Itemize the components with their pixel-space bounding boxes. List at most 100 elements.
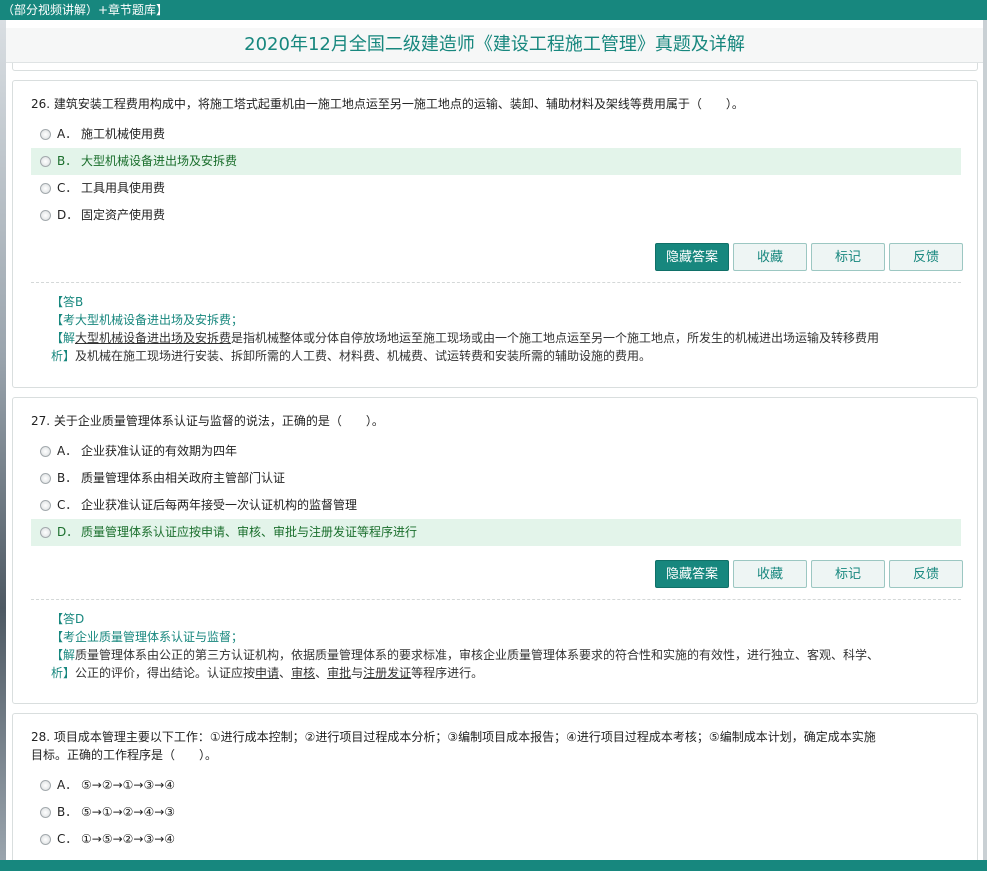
question-card-26: 26. 建筑安装工程费用构成中，将施工塔式起重机由一施工地点运至另一施工地点的运… — [12, 80, 978, 388]
explain-text: 质量管理体系由公正的第三方认证机构，依据质量管理体系的要求标准，审核企业质量管理… — [75, 648, 880, 662]
option-c[interactable]: C． 企业获准认证后每两年接受一次认证机构的监督管理 — [31, 492, 961, 519]
top-banner: （部分视频讲解）+章节题库】 — [0, 0, 987, 20]
question-stem: 27. 关于企业质量管理体系认证与监督的说法，正确的是（ ）。 — [31, 414, 384, 428]
option-text: 工具用具使用费 — [81, 181, 166, 195]
keyword-apply: 申请 — [255, 666, 280, 680]
keyword-review: 审核 — [291, 666, 316, 680]
option-text: 质量管理体系由相关政府主管部门认证 — [81, 471, 286, 485]
radio-icon[interactable] — [40, 210, 51, 221]
option-letter: C． — [57, 181, 78, 195]
radio-icon[interactable] — [40, 156, 51, 167]
option-b[interactable]: B． ⑤→①→②→④→③ — [31, 799, 961, 826]
right-background-strip — [983, 20, 987, 860]
favorite-button[interactable]: 收藏 — [733, 560, 807, 588]
radio-icon[interactable] — [40, 527, 51, 538]
question-stem: 26. 建筑安装工程费用构成中，将施工塔式起重机由一施工地点运至另一施工地点的运… — [31, 97, 744, 111]
section-divider — [31, 599, 961, 600]
radio-icon[interactable] — [40, 129, 51, 140]
option-letter: A． — [57, 127, 78, 141]
hide-answer-button[interactable]: 隐藏答案 — [655, 243, 729, 271]
explain-label-end: 析】 — [51, 349, 76, 363]
explain-text: 及机械在施工现场进行安装、拆卸所需的人工费、材料费、机械费、试运转费和安装所需的… — [75, 349, 652, 363]
mark-button[interactable]: 标记 — [811, 243, 885, 271]
radio-icon[interactable] — [40, 780, 51, 791]
separator: 与 — [351, 666, 364, 680]
feedback-button[interactable]: 反馈 — [889, 243, 963, 271]
point-label: 【考 — [51, 313, 76, 327]
radio-icon[interactable] — [40, 183, 51, 194]
answer-row: 【答B — [51, 293, 957, 311]
option-text: ⑤→②→①→③→④ — [81, 778, 176, 792]
option-text: 企业获准认证的有效期为四年 — [81, 444, 238, 458]
option-c[interactable]: C． 工具用具使用费 — [31, 175, 961, 202]
radio-icon[interactable] — [40, 834, 51, 845]
option-text: 大型机械设备进出场及安拆费 — [81, 154, 238, 168]
answer-label: 【答 — [51, 612, 76, 626]
explain-text-end: 等程序进行。 — [411, 666, 484, 680]
option-letter: B． — [57, 805, 78, 819]
explain-row-1: 【解质量管理体系由公正的第三方认证机构，依据质量管理体系的要求标准，审核企业质量… — [51, 646, 957, 664]
mark-button[interactable]: 标记 — [811, 560, 885, 588]
answer-analysis: 【答B 【考大型机械设备进出场及安拆费； 【解大型机械设备进出场及安拆费是指机械… — [51, 293, 957, 365]
stem-line-1: 28. 项目成本管理主要以下工作：①进行成本控制；②进行项目过程成本分析；③编制… — [31, 730, 876, 744]
explain-row-2: 析】公正的评价，得出结论。认证应按申请、审核、审批与注册发证等程序进行。 — [51, 664, 957, 682]
point-row: 【考企业质量管理体系认证与监督； — [51, 628, 957, 646]
question-stem: 28. 项目成本管理主要以下工作：①进行成本控制；②进行项目过程成本分析；③编制… — [31, 728, 963, 764]
separator: 、 — [279, 666, 292, 680]
option-text: 固定资产使用费 — [81, 208, 166, 222]
question-card-28: 28. 项目成本管理主要以下工作：①进行成本控制；②进行项目过程成本分析；③编制… — [12, 713, 978, 860]
answer-row: 【答D — [51, 610, 957, 628]
explain-label: 【解 — [51, 331, 76, 345]
option-text: 企业获准认证后每两年接受一次认证机构的监督管理 — [81, 498, 358, 512]
option-c[interactable]: C． ①→⑤→②→③→④ — [31, 826, 961, 853]
option-text: ⑤→①→②→④→③ — [81, 805, 176, 819]
option-letter: C． — [57, 832, 78, 846]
point-text: 企业质量管理体系认证与监督； — [75, 630, 244, 644]
option-a[interactable]: A． 施工机械使用费 — [31, 121, 961, 148]
explain-text: 是指机械整体或分体自停放场地运至施工现场或由一个施工地点运至另一个施工地点，所发… — [231, 331, 880, 345]
radio-icon[interactable] — [40, 473, 51, 484]
answer-label: 【答 — [51, 295, 76, 309]
option-d[interactable]: D． 质量管理体系认证应按申请、审核、审批与注册发证等程序进行 — [31, 519, 961, 546]
radio-icon[interactable] — [40, 500, 51, 511]
option-letter: D． — [57, 525, 79, 539]
option-b[interactable]: B． 大型机械设备进出场及安拆费 — [31, 148, 961, 175]
option-b[interactable]: B． 质量管理体系由相关政府主管部门认证 — [31, 465, 961, 492]
option-letter: A． — [57, 444, 78, 458]
explain-row-2: 析】及机械在施工现场进行安装、拆卸所需的人工费、材料费、机械费、试运转费和安装所… — [51, 347, 957, 365]
main-panel: 2020年12月全国二级建造师《建设工程施工管理》真题及详解 26. 建筑安装工… — [6, 20, 983, 860]
radio-icon[interactable] — [40, 446, 51, 457]
feedback-button[interactable]: 反馈 — [889, 560, 963, 588]
radio-icon[interactable] — [40, 807, 51, 818]
option-letter: B． — [57, 471, 78, 485]
option-text: 施工机械使用费 — [81, 127, 166, 141]
answer-analysis: 【答D 【考企业质量管理体系认证与监督； 【解质量管理体系由公正的第三方认证机构… — [51, 610, 957, 682]
option-letter: A． — [57, 778, 78, 792]
option-letter: B． — [57, 154, 78, 168]
option-a[interactable]: A． ⑤→②→①→③→④ — [31, 772, 961, 799]
page-title: 2020年12月全国二级建造师《建设工程施工管理》真题及详解 — [244, 34, 745, 55]
option-letter: C． — [57, 498, 78, 512]
explain-label-end: 析】 — [51, 666, 76, 680]
bottom-bar — [0, 860, 987, 871]
option-text: 质量管理体系认证应按申请、审核、审批与注册发证等程序进行 — [81, 525, 418, 539]
option-letter: D． — [57, 208, 79, 222]
point-label: 【考 — [51, 630, 76, 644]
favorite-button[interactable]: 收藏 — [733, 243, 807, 271]
explain-row-1: 【解大型机械设备进出场及安拆费是指机械整体或分体自停放场地运至施工现场或由一个施… — [51, 329, 957, 347]
point-row: 【考大型机械设备进出场及安拆费； — [51, 311, 957, 329]
stem-line-2: 目标。正确的工作程序是（ ）。 — [31, 748, 218, 762]
hide-answer-button[interactable]: 隐藏答案 — [655, 560, 729, 588]
option-a[interactable]: A． 企业获准认证的有效期为四年 — [31, 438, 961, 465]
point-text: 大型机械设备进出场及安拆费； — [75, 313, 244, 327]
answer-value: D — [75, 612, 85, 626]
keyword-approve: 审批 — [327, 666, 352, 680]
keyword-register: 注册发证 — [363, 666, 412, 680]
question-card-27: 27. 关于企业质量管理体系认证与监督的说法，正确的是（ ）。 A． 企业获准认… — [12, 397, 978, 704]
section-divider — [31, 282, 961, 283]
title-box: 2020年12月全国二级建造师《建设工程施工管理》真题及详解 — [6, 28, 983, 63]
option-d[interactable]: D． 固定资产使用费 — [31, 202, 961, 229]
explain-text: 公正的评价，得出结论。认证应按 — [75, 666, 256, 680]
answer-value: B — [75, 295, 84, 309]
option-text: ①→⑤→②→③→④ — [81, 832, 176, 846]
